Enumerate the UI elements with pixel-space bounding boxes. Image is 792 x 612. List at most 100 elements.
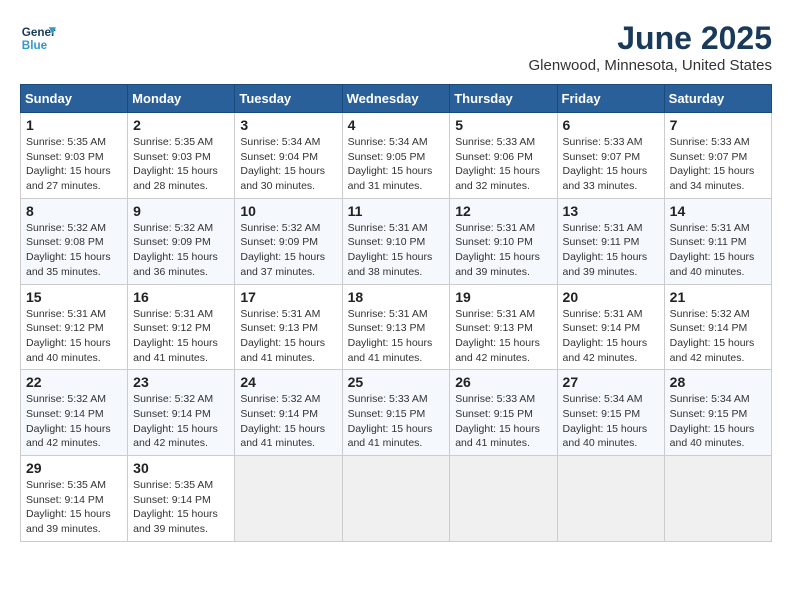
calendar-cell: 19Sunrise: 5:31 AM Sunset: 9:13 PM Dayli…	[450, 284, 557, 370]
day-number: 15	[26, 289, 122, 305]
calendar-cell: 2 Sunrise: 5:35 AM Sunset: 9:03 PM Daylig…	[128, 113, 235, 199]
day-number: 25	[348, 374, 445, 390]
day-info: Sunrise: 5:31 AM Sunset: 9:13 PM Dayligh…	[455, 307, 551, 366]
weekday-header: Saturday	[664, 85, 771, 113]
day-number: 29	[26, 460, 122, 476]
day-info: Sunrise: 5:32 AM Sunset: 9:14 PM Dayligh…	[133, 392, 229, 451]
day-number: 24	[240, 374, 336, 390]
calendar-cell: 22 Sunrise: 5:32 AM Sunset: 9:14 PM Dayli…	[21, 370, 128, 456]
day-number: 16	[133, 289, 229, 305]
day-info: Sunrise: 5:34 AM Sunset: 9:15 PM Dayligh…	[563, 392, 659, 451]
day-info: Sunrise: 5:32 AM Sunset: 9:14 PM Dayligh…	[26, 392, 122, 451]
day-number: 5	[455, 117, 551, 133]
calendar-cell: 25 Sunrise: 5:33 AM Sunset: 9:15 PM Dayli…	[342, 370, 450, 456]
calendar-cell: 5 Sunrise: 5:33 AM Sunset: 9:06 PM Daylig…	[450, 113, 557, 199]
day-info: Sunrise: 5:33 AM Sunset: 9:07 PM Dayligh…	[670, 135, 766, 194]
calendar-row: 22 Sunrise: 5:32 AM Sunset: 9:14 PM Dayli…	[21, 370, 772, 456]
day-info: Sunrise: 5:34 AM Sunset: 9:05 PM Dayligh…	[348, 135, 445, 194]
day-info: Sunrise: 5:31 AM Sunset: 9:12 PM Dayligh…	[26, 307, 122, 366]
day-number: 7	[670, 117, 766, 133]
calendar-cell: 7 Sunrise: 5:33 AM Sunset: 9:07 PM Daylig…	[664, 113, 771, 199]
weekday-header-row: SundayMondayTuesdayWednesdayThursdayFrid…	[21, 85, 772, 113]
day-number: 17	[240, 289, 336, 305]
weekday-header: Monday	[128, 85, 235, 113]
calendar-cell: 6 Sunrise: 5:33 AM Sunset: 9:07 PM Daylig…	[557, 113, 664, 199]
calendar-cell: 10 Sunrise: 5:32 AM Sunset: 9:09 PM Dayli…	[235, 198, 342, 284]
day-info: Sunrise: 5:31 AM Sunset: 9:13 PM Dayligh…	[240, 307, 336, 366]
calendar-cell	[235, 456, 342, 542]
logo: General Blue	[20, 20, 56, 56]
day-number: 14	[670, 203, 766, 219]
day-number: 22	[26, 374, 122, 390]
calendar-cell: 17 Sunrise: 5:31 AM Sunset: 9:13 PM Dayli…	[235, 284, 342, 370]
day-info: Sunrise: 5:35 AM Sunset: 9:03 PM Dayligh…	[26, 135, 122, 194]
calendar-cell: 24 Sunrise: 5:32 AM Sunset: 9:14 PM Dayli…	[235, 370, 342, 456]
calendar-cell: 23 Sunrise: 5:32 AM Sunset: 9:14 PM Dayli…	[128, 370, 235, 456]
day-number: 26	[455, 374, 551, 390]
calendar-cell: 15 Sunrise: 5:31 AM Sunset: 9:12 PM Dayli…	[21, 284, 128, 370]
day-number: 13	[563, 203, 659, 219]
calendar-cell: 12Sunrise: 5:31 AM Sunset: 9:10 PM Dayli…	[450, 198, 557, 284]
weekday-header: Sunday	[21, 85, 128, 113]
day-number: 9	[133, 203, 229, 219]
month-title: June 2025	[529, 20, 772, 57]
calendar-cell: 16Sunrise: 5:31 AM Sunset: 9:12 PM Dayli…	[128, 284, 235, 370]
calendar-row: 15 Sunrise: 5:31 AM Sunset: 9:12 PM Dayli…	[21, 284, 772, 370]
day-info: Sunrise: 5:31 AM Sunset: 9:14 PM Dayligh…	[563, 307, 659, 366]
day-info: Sunrise: 5:32 AM Sunset: 9:14 PM Dayligh…	[670, 307, 766, 366]
calendar: SundayMondayTuesdayWednesdayThursdayFrid…	[20, 84, 772, 542]
day-number: 30	[133, 460, 229, 476]
day-info: Sunrise: 5:32 AM Sunset: 9:14 PM Dayligh…	[240, 392, 336, 451]
calendar-cell: 18Sunrise: 5:31 AM Sunset: 9:13 PM Dayli…	[342, 284, 450, 370]
calendar-cell: 13 Sunrise: 5:31 AM Sunset: 9:11 PM Dayli…	[557, 198, 664, 284]
day-info: Sunrise: 5:34 AM Sunset: 9:15 PM Dayligh…	[670, 392, 766, 451]
calendar-cell: 29 Sunrise: 5:35 AM Sunset: 9:14 PM Dayli…	[21, 456, 128, 542]
day-number: 3	[240, 117, 336, 133]
weekday-header: Wednesday	[342, 85, 450, 113]
calendar-cell: 1 Sunrise: 5:35 AM Sunset: 9:03 PM Daylig…	[21, 113, 128, 199]
day-number: 4	[348, 117, 445, 133]
day-info: Sunrise: 5:33 AM Sunset: 9:15 PM Dayligh…	[455, 392, 551, 451]
weekday-header: Friday	[557, 85, 664, 113]
calendar-cell: 30 Sunrise: 5:35 AM Sunset: 9:14 PM Dayli…	[128, 456, 235, 542]
day-number: 8	[26, 203, 122, 219]
location-title: Glenwood, Minnesota, United States	[529, 57, 772, 74]
day-info: Sunrise: 5:35 AM Sunset: 9:14 PM Dayligh…	[133, 478, 229, 537]
day-info: Sunrise: 5:33 AM Sunset: 9:07 PM Dayligh…	[563, 135, 659, 194]
day-number: 2	[133, 117, 229, 133]
day-info: Sunrise: 5:32 AM Sunset: 9:09 PM Dayligh…	[240, 221, 336, 280]
calendar-cell	[557, 456, 664, 542]
day-info: Sunrise: 5:35 AM Sunset: 9:03 PM Dayligh…	[133, 135, 229, 194]
weekday-header: Thursday	[450, 85, 557, 113]
day-number: 11	[348, 203, 445, 219]
day-info: Sunrise: 5:31 AM Sunset: 9:11 PM Dayligh…	[563, 221, 659, 280]
day-info: Sunrise: 5:33 AM Sunset: 9:06 PM Dayligh…	[455, 135, 551, 194]
day-info: Sunrise: 5:34 AM Sunset: 9:04 PM Dayligh…	[240, 135, 336, 194]
day-number: 18	[348, 289, 445, 305]
day-info: Sunrise: 5:33 AM Sunset: 9:15 PM Dayligh…	[348, 392, 445, 451]
day-number: 27	[563, 374, 659, 390]
calendar-row: 8Sunrise: 5:32 AM Sunset: 9:08 PM Daylig…	[21, 198, 772, 284]
calendar-cell: 4 Sunrise: 5:34 AM Sunset: 9:05 PM Daylig…	[342, 113, 450, 199]
day-number: 20	[563, 289, 659, 305]
calendar-cell: 20 Sunrise: 5:31 AM Sunset: 9:14 PM Dayli…	[557, 284, 664, 370]
day-info: Sunrise: 5:31 AM Sunset: 9:11 PM Dayligh…	[670, 221, 766, 280]
calendar-cell: 28 Sunrise: 5:34 AM Sunset: 9:15 PM Dayli…	[664, 370, 771, 456]
day-number: 23	[133, 374, 229, 390]
day-number: 28	[670, 374, 766, 390]
calendar-cell: 3 Sunrise: 5:34 AM Sunset: 9:04 PM Daylig…	[235, 113, 342, 199]
day-info: Sunrise: 5:31 AM Sunset: 9:10 PM Dayligh…	[348, 221, 445, 280]
calendar-cell: 14 Sunrise: 5:31 AM Sunset: 9:11 PM Dayli…	[664, 198, 771, 284]
calendar-cell	[342, 456, 450, 542]
calendar-cell: 9Sunrise: 5:32 AM Sunset: 9:09 PM Daylig…	[128, 198, 235, 284]
day-info: Sunrise: 5:35 AM Sunset: 9:14 PM Dayligh…	[26, 478, 122, 537]
weekday-header: Tuesday	[235, 85, 342, 113]
calendar-row: 1 Sunrise: 5:35 AM Sunset: 9:03 PM Daylig…	[21, 113, 772, 199]
calendar-cell	[664, 456, 771, 542]
day-number: 1	[26, 117, 122, 133]
day-number: 6	[563, 117, 659, 133]
day-number: 12	[455, 203, 551, 219]
calendar-cell: 8Sunrise: 5:32 AM Sunset: 9:08 PM Daylig…	[21, 198, 128, 284]
day-number: 10	[240, 203, 336, 219]
calendar-cell: 21Sunrise: 5:32 AM Sunset: 9:14 PM Dayli…	[664, 284, 771, 370]
